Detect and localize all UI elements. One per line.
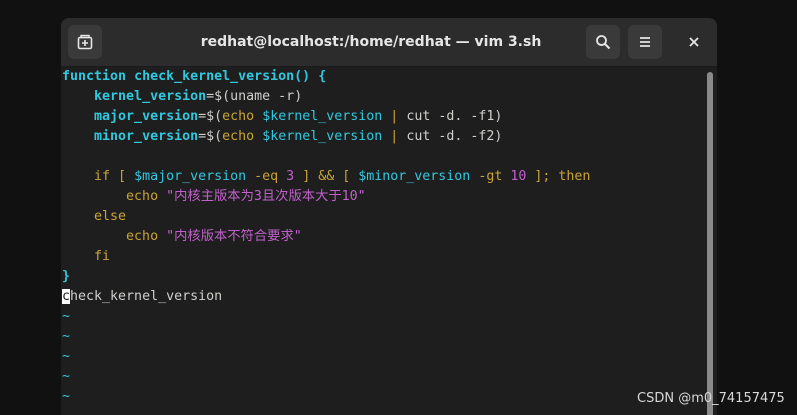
code-line: fi <box>62 247 110 267</box>
keyword: function <box>62 69 127 84</box>
operator: ] && [ <box>294 169 359 184</box>
pipe: | <box>382 109 407 124</box>
function-call: heck_kernel_version <box>70 289 223 304</box>
operator: ) <box>494 129 503 144</box>
search-button[interactable] <box>586 25 620 59</box>
empty-line-marker: ~ <box>62 389 71 404</box>
empty-line-marker: ~ <box>62 309 71 324</box>
operator: $( <box>206 129 223 144</box>
terminal-window: redhat@localhost:/home/redhat — vim 3.sh <box>61 18 717 415</box>
search-icon <box>595 34 611 50</box>
if-keyword: if [ <box>94 169 135 184</box>
code-line: echo "内核主版本为3且次版本大于10" <box>62 187 366 207</box>
close-button[interactable] <box>677 25 711 59</box>
scrollbar-thumb[interactable] <box>707 72 713 415</box>
variable-ref: $kernel_version <box>262 129 383 144</box>
variable-ref: $minor_version <box>358 169 471 184</box>
code-line: function check_kernel_version() { <box>62 67 326 87</box>
text-cursor: c <box>62 289 71 304</box>
string-literal: "内核版本不符合要求" <box>166 229 302 244</box>
operator: ) <box>494 109 503 124</box>
variable-ref: $major_version <box>134 169 247 184</box>
watermark: CSDN @m0_74157475 <box>637 391 785 406</box>
variable: kernel_version <box>94 89 207 104</box>
keyword: else <box>94 209 127 224</box>
command: uname -r <box>230 89 295 104</box>
keyword: echo <box>222 109 255 124</box>
code-line: if [ $major_version -eq 3 ] && [ $minor_… <box>62 167 590 187</box>
operator: -gt <box>470 169 511 184</box>
code-line-cursor: check_kernel_version <box>62 287 222 307</box>
keyword: echo <box>222 129 255 144</box>
code-line: minor_version=$(echo $kernel_version | c… <box>62 127 502 147</box>
new-tab-button[interactable] <box>68 25 102 59</box>
variable: minor_version <box>94 129 199 144</box>
brace: } <box>62 269 71 284</box>
operator: = <box>206 89 215 104</box>
scrollbar[interactable] <box>702 67 717 415</box>
close-icon <box>688 33 700 52</box>
window-title: redhat@localhost:/home/redhat — vim 3.sh <box>200 34 542 50</box>
menu-button[interactable] <box>628 25 662 59</box>
code-line: } <box>62 267 70 287</box>
empty-line-marker: ~ <box>62 369 71 384</box>
command: cut -d. -f2 <box>406 129 495 144</box>
operator: ) <box>294 89 303 104</box>
operator: = <box>198 109 207 124</box>
code-line: major_version=$(echo $kernel_version | c… <box>62 107 502 127</box>
hamburger-menu-icon <box>638 35 652 49</box>
operator: $( <box>214 89 231 104</box>
pipe: | <box>382 129 407 144</box>
variable: major_version <box>94 109 199 124</box>
operator: = <box>198 129 207 144</box>
code-line: echo "内核版本不符合要求" <box>62 227 302 247</box>
command: cut -d. -f1 <box>406 109 495 124</box>
code-line: kernel_version=$(uname -r) <box>62 87 302 107</box>
number: 10 <box>510 169 527 184</box>
new-tab-icon <box>77 34 93 50</box>
keyword: echo <box>126 229 159 244</box>
empty-line-marker: ~ <box>62 349 71 364</box>
vim-editor[interactable]: function check_kernel_version() { kernel… <box>61 67 701 415</box>
brace: { <box>310 69 327 84</box>
operator: -eq <box>246 169 287 184</box>
number: 3 <box>286 169 295 184</box>
operator: $( <box>206 109 223 124</box>
code-line: else <box>62 207 126 227</box>
function-name: check_kernel_version() <box>134 69 311 84</box>
variable-ref: $kernel_version <box>262 109 383 124</box>
keyword: echo <box>126 189 159 204</box>
title-bar: redhat@localhost:/home/redhat — vim 3.sh <box>61 18 717 67</box>
empty-line-marker: ~ <box>62 329 71 344</box>
then-keyword: ]; then <box>526 169 591 184</box>
string-literal: "内核主版本为3且次版本大于10" <box>166 189 366 204</box>
keyword: fi <box>94 249 111 264</box>
